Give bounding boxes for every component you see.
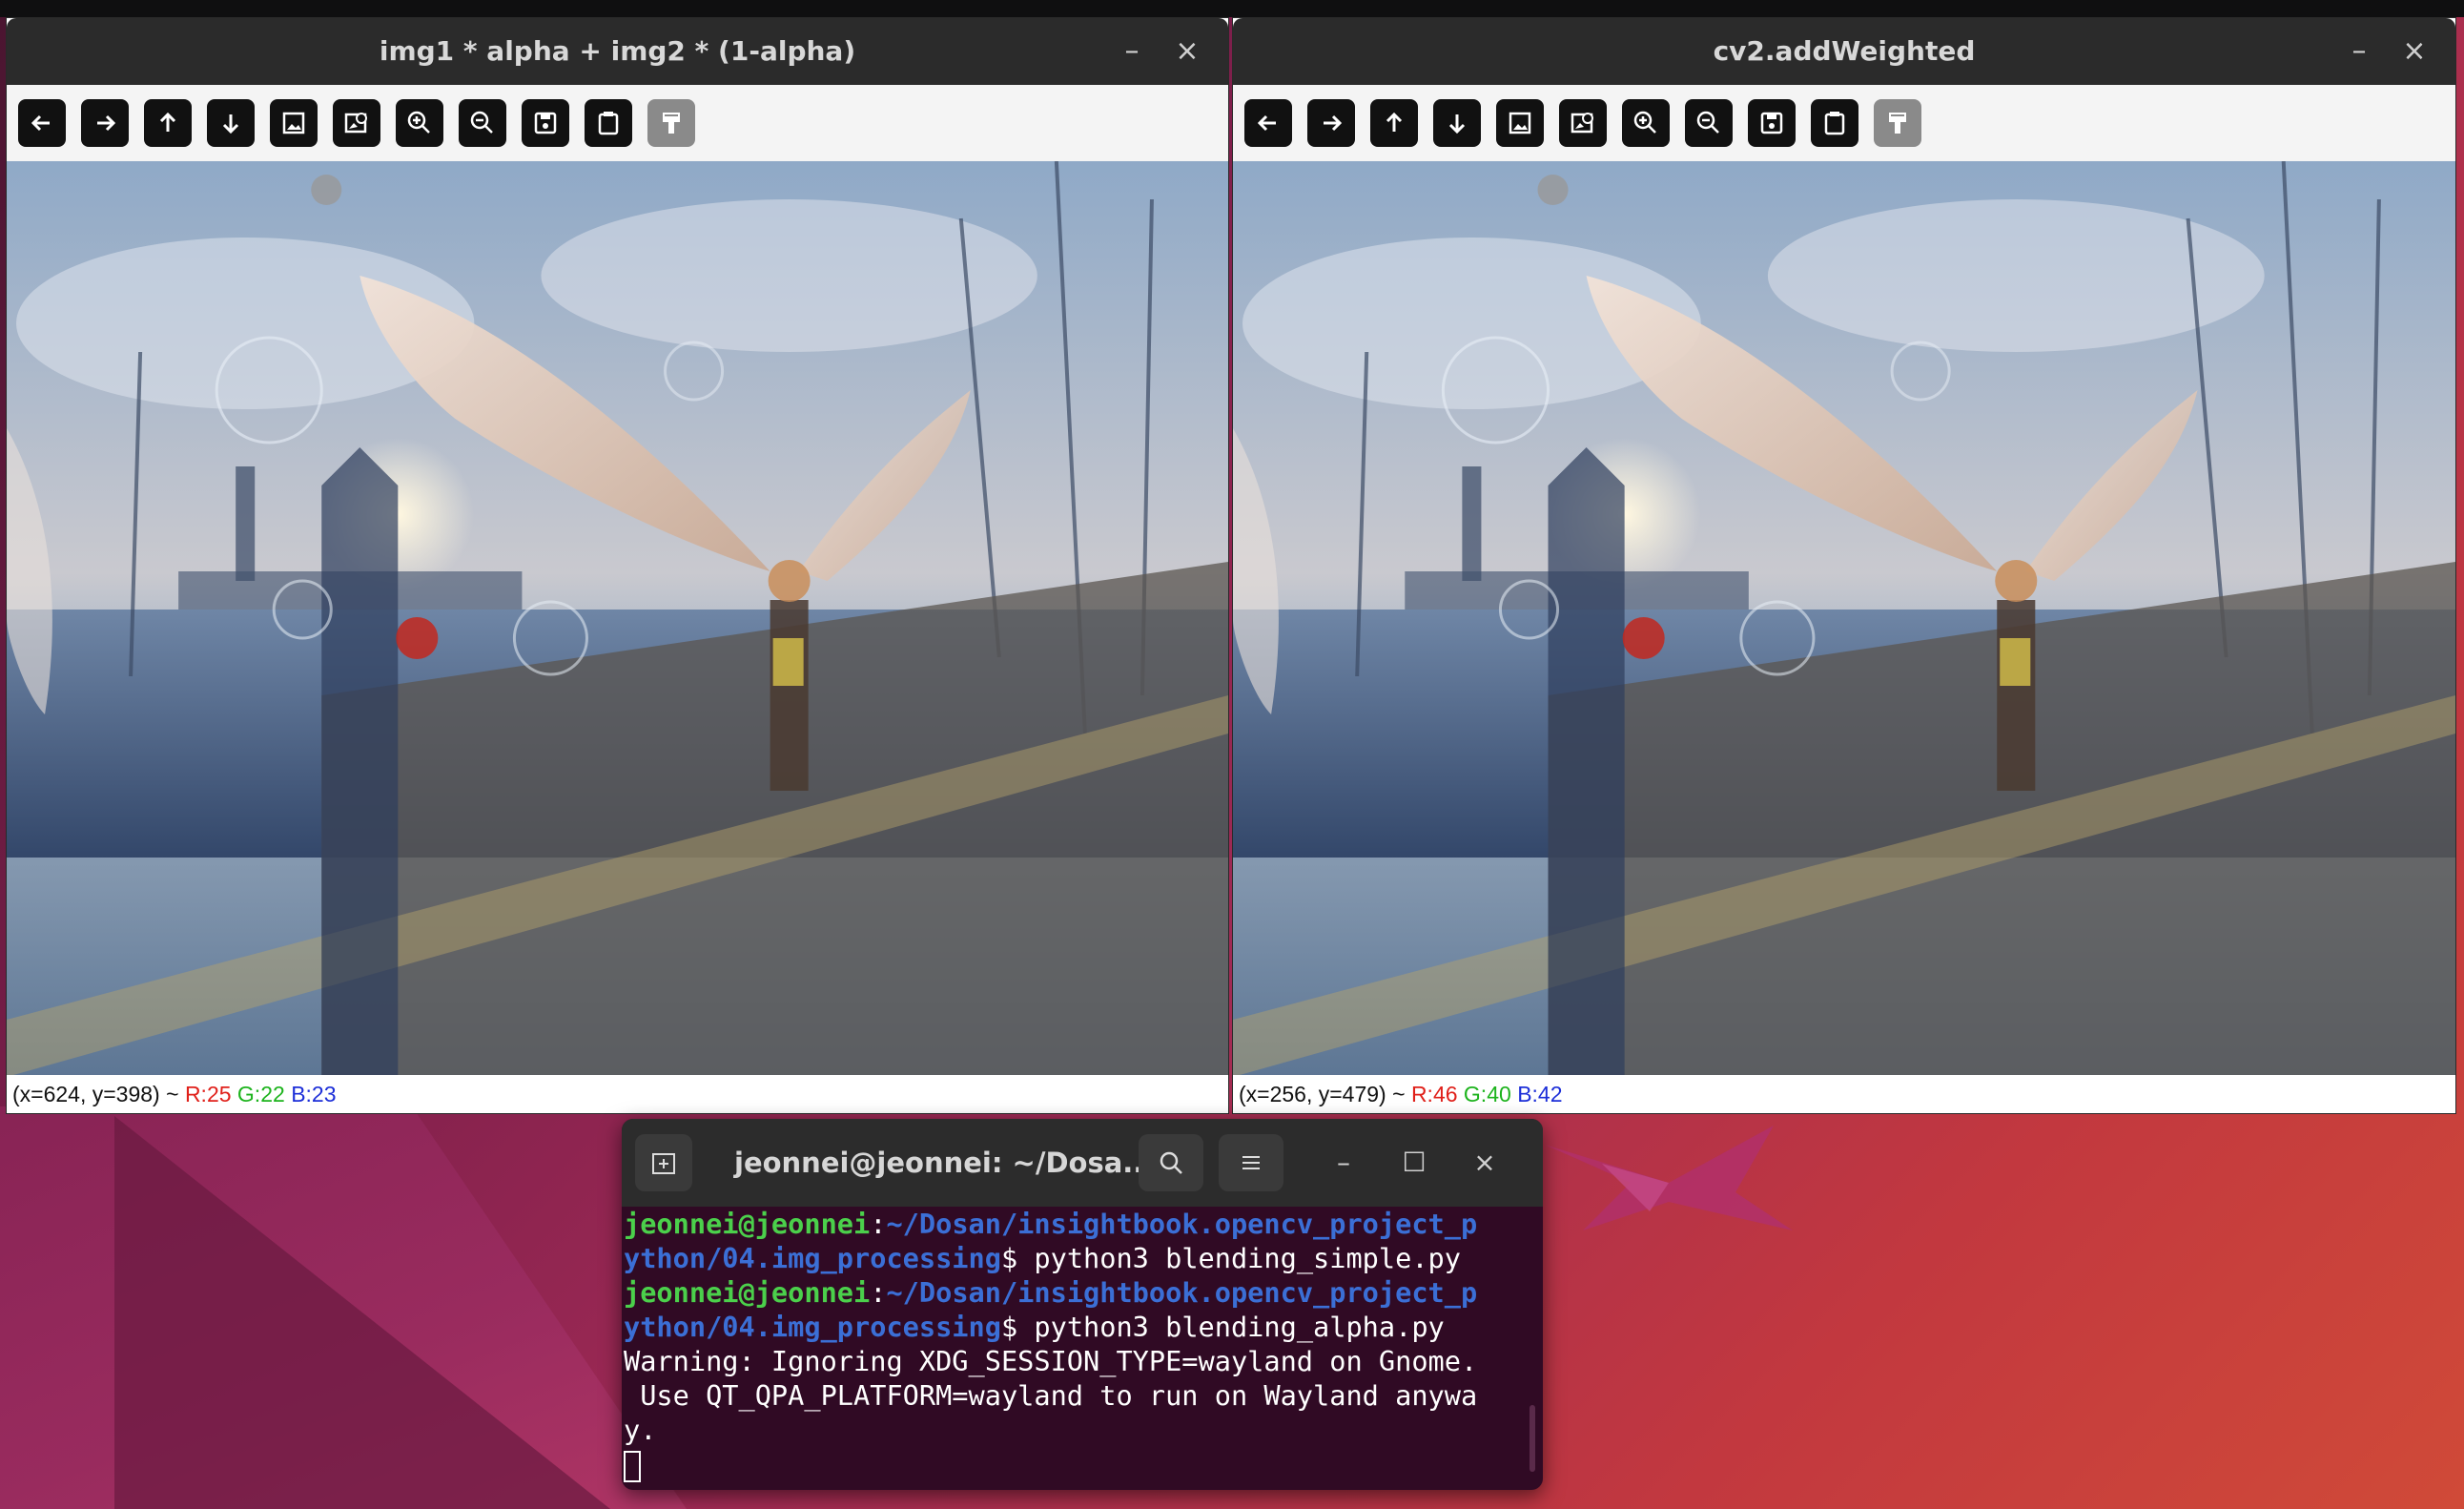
save-icon (1760, 112, 1783, 134)
properties-button[interactable] (1874, 99, 1921, 147)
pixel-green-value: G:40 (1463, 1082, 1511, 1106)
zoom-out-icon (470, 111, 493, 134)
properties-icon (1889, 113, 1906, 134)
window-titlebar[interactable]: cv2.addWeighted – × (1233, 18, 2455, 85)
zoom-out-button[interactable] (1685, 99, 1733, 147)
opencv-window-alpha: img1 * alpha + img2 * (1-alpha) – × (x=6… (6, 17, 1229, 1114)
status-bar: (x=624, y=398) ~ R:25 G:22 B:23 (7, 1075, 1228, 1113)
terminal-line: jeonnei@jeonnei:~/Dosan/insightbook.open… (624, 1276, 1478, 1309)
zoom-in-icon (1633, 111, 1656, 134)
pan-left-button[interactable] (18, 99, 66, 147)
pan-down-button[interactable] (207, 99, 255, 147)
search-icon (1160, 1151, 1182, 1174)
copy-clipboard-button[interactable] (585, 99, 632, 147)
pixel-blue-value: B:23 (291, 1082, 337, 1106)
terminal-line: y. (624, 1414, 657, 1446)
zoom-original-icon (1571, 113, 1593, 134)
top-panel (0, 0, 2464, 17)
terminal-line: jeonnei@jeonnei:~/Dosan/insightbook.open… (624, 1208, 1478, 1240)
zoom-in-fit-button[interactable] (1496, 99, 1544, 147)
pixel-blue-value: B:42 (1517, 1082, 1563, 1106)
save-button[interactable] (1748, 99, 1796, 147)
status-bar: (x=256, y=479) ~ R:46 G:40 B:42 (1233, 1075, 2455, 1113)
zoom-out-button[interactable] (459, 99, 506, 147)
maximize-button[interactable]: ☐ (1390, 1119, 1438, 1207)
pan-left-button[interactable] (1244, 99, 1292, 147)
text-cursor (624, 1450, 641, 1482)
pan-up-button[interactable] (1370, 99, 1418, 147)
pan-right-icon (97, 114, 116, 132)
terminal-title: jeonnei@jeonnei: ~/Dosa... (734, 1147, 1155, 1179)
cursor-coordinates: (x=624, y=398) ~ (12, 1082, 185, 1106)
terminal-line: Warning: Ignoring XDG_SESSION_TYPE=wayla… (624, 1345, 1478, 1377)
zoom-out-icon (1696, 111, 1719, 134)
pan-down-button[interactable] (1433, 99, 1481, 147)
pixel-red-value: R:25 (184, 1082, 232, 1106)
pan-down-icon (222, 114, 239, 134)
zoom-original-button[interactable] (333, 99, 380, 147)
minimize-button[interactable]: – (1110, 18, 1154, 85)
new-tab-button[interactable] (635, 1134, 692, 1191)
wallpaper-bird-graphic (1545, 1126, 1793, 1230)
opencv-toolbar (7, 85, 1228, 161)
zoom-in-fit-button[interactable] (270, 99, 318, 147)
close-button[interactable]: × (1461, 1119, 1509, 1207)
zoom-original-button[interactable] (1559, 99, 1607, 147)
search-button[interactable] (1139, 1134, 1203, 1191)
pan-right-button[interactable] (1307, 99, 1355, 147)
pan-up-icon (159, 112, 176, 132)
zoom-in-button[interactable] (1622, 99, 1670, 147)
copy-clipboard-button[interactable] (1811, 99, 1858, 147)
blended-image[interactable] (1233, 161, 2455, 1077)
close-button[interactable]: × (2392, 18, 2436, 85)
new-tab-icon (652, 1153, 675, 1174)
opencv-window-addweighted: cv2.addWeighted – × (x=256, y=479) ~ R:4… (1232, 17, 2456, 1114)
window-title: cv2.addWeighted (1713, 35, 1976, 67)
terminal-window[interactable]: jeonnei@jeonnei: ~/Dosa... – ☐ × jeonnei… (622, 1119, 1543, 1490)
minimize-button[interactable]: – (2337, 18, 2381, 85)
pixel-green-value: G:22 (236, 1082, 285, 1106)
save-icon (534, 112, 557, 134)
scrollbar[interactable] (1530, 1405, 1535, 1472)
pan-left-icon (31, 114, 50, 132)
terminal-line: Use QT_QPA_PLATFORM=wayland to run on Wa… (624, 1379, 1478, 1412)
pan-right-button[interactable] (81, 99, 129, 147)
window-titlebar[interactable]: img1 * alpha + img2 * (1-alpha) – × (7, 18, 1228, 85)
zoom-in-button[interactable] (396, 99, 443, 147)
opencv-toolbar (1233, 85, 2455, 161)
zoom-in-fit-icon (282, 112, 305, 134)
cursor-coordinates: (x=256, y=479) ~ (1239, 1082, 1411, 1106)
zoom-in-icon (407, 111, 430, 134)
blended-image[interactable] (7, 161, 1228, 1077)
pan-left-icon (1257, 114, 1276, 132)
hamburger-menu-icon (1242, 1156, 1260, 1169)
terminal-line: ython/04.img_processing$ python3 blendin… (624, 1311, 1445, 1343)
copy-clipboard-icon (1824, 112, 1845, 135)
copy-clipboard-icon (598, 112, 619, 135)
terminal-line: ython/04.img_processing$ python3 blendin… (624, 1242, 1461, 1274)
properties-button[interactable] (647, 99, 695, 147)
zoom-original-icon (344, 113, 367, 134)
terminal-output[interactable]: jeonnei@jeonnei:~/Dosan/insightbook.open… (622, 1207, 1543, 1482)
pan-up-icon (1386, 112, 1403, 132)
zoom-in-fit-icon (1509, 112, 1531, 134)
window-title: img1 * alpha + img2 * (1-alpha) (379, 35, 856, 67)
pan-down-icon (1448, 114, 1466, 134)
close-button[interactable]: × (1165, 18, 1209, 85)
menu-button[interactable] (1219, 1134, 1283, 1191)
pan-right-icon (1324, 114, 1343, 132)
terminal-cursor-line (624, 1447, 1543, 1482)
save-button[interactable] (522, 99, 569, 147)
minimize-button[interactable]: – (1320, 1119, 1367, 1207)
terminal-headerbar[interactable]: jeonnei@jeonnei: ~/Dosa... – ☐ × (622, 1119, 1543, 1207)
pan-up-button[interactable] (144, 99, 192, 147)
pixel-red-value: R:46 (1410, 1082, 1458, 1106)
properties-icon (663, 113, 680, 134)
